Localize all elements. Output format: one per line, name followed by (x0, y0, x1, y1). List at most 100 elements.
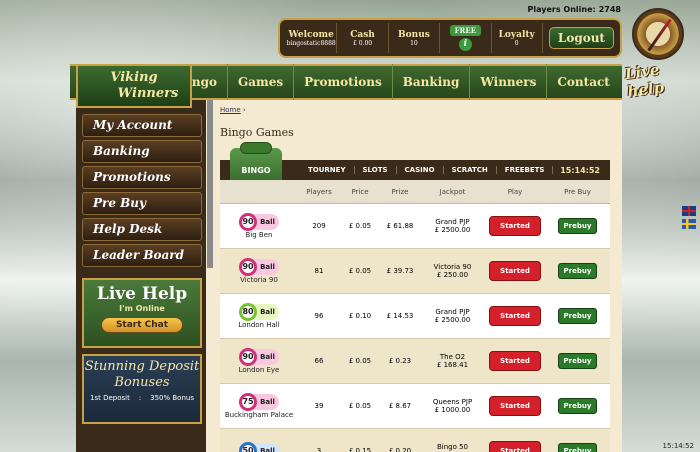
prebuy-button[interactable]: Prebuy (557, 263, 598, 279)
prebuy-button[interactable]: Prebuy (557, 218, 598, 234)
table-row: 90 Ball London Eye 66 £ 0.05 £ 0.23 The O2 £ 16… (220, 339, 610, 384)
jackpot: Grand PJP £ 2500.00 (434, 218, 471, 234)
start-chat-button[interactable]: Start Chat (100, 317, 184, 333)
live-help-title: Live Help (96, 284, 188, 304)
nav-games[interactable]: Games (226, 64, 293, 100)
tab-slots[interactable]: SLOTS (355, 166, 397, 174)
free-cell[interactable]: FREE i (440, 23, 492, 53)
ball-number: 75 (239, 392, 258, 411)
games-table: Players Price Prize Jackpot Play Pre Buy… (220, 180, 610, 452)
info-icon[interactable]: i (458, 38, 472, 51)
game-name: Victoria 90 (240, 275, 278, 284)
sidebar-item-leader-board[interactable]: Leader Board (82, 244, 202, 267)
live-help-box: Live Help I'm Online Start Chat (82, 278, 202, 348)
sidebar-item-help-desk[interactable]: Help Desk (82, 218, 202, 241)
jackpot: Grand PJP £ 2500.00 (434, 308, 471, 324)
account-bar: Welcome bingostatic8888 Cash £ 0.00 Bonus 1… (278, 18, 622, 58)
sidebar-item-promotions[interactable]: Promotions (82, 166, 202, 189)
ball-badge: 90 Ball (239, 347, 279, 366)
play-button[interactable]: Started (489, 441, 541, 452)
bingo-balls-icon (240, 142, 272, 154)
prize-amount: £ 0.23 (388, 357, 412, 365)
free-badge[interactable]: FREE (449, 25, 482, 36)
play-button[interactable]: Started (489, 396, 541, 416)
breadcrumb-home[interactable]: Home (220, 106, 241, 114)
prize-amount: £ 0.20 (388, 447, 412, 452)
language-flags (682, 206, 696, 230)
play-button[interactable]: Started (489, 351, 541, 371)
ticket-price: £ 0.05 (348, 222, 372, 230)
nav-banking[interactable]: Banking (391, 64, 470, 100)
site-logo[interactable]: Viking Winners (76, 64, 192, 108)
ball-number: 50 (239, 441, 258, 452)
sidebar-item-banking[interactable]: Banking (82, 140, 202, 163)
ball-badge: 90 Ball (239, 212, 279, 231)
game-cell[interactable]: 50 Ball (220, 441, 298, 452)
tab-scratch[interactable]: SCRATCH (444, 166, 497, 174)
ball-badge: 90 Ball (239, 257, 279, 276)
jackpot: Queens PJP £ 1000.00 (432, 398, 473, 414)
nav-contact-us[interactable]: Contact Us (546, 64, 622, 125)
players-count: 96 (314, 312, 324, 320)
players-online: Players Online: 2748 (527, 5, 621, 14)
prize-amount: £ 8.67 (388, 402, 412, 410)
play-button[interactable]: Started (489, 216, 541, 236)
cash-cell[interactable]: Cash £ 0.00 (337, 23, 389, 53)
prebuy-button[interactable]: Prebuy (557, 308, 598, 324)
ball-badge: 80 Ball (239, 302, 279, 321)
sidebar: My Account Banking Promotions Pre Buy He… (76, 100, 206, 452)
prebuy-button[interactable]: Prebuy (557, 353, 598, 369)
logout-button[interactable]: Logout (548, 27, 614, 49)
players-count: 66 (314, 357, 324, 365)
compass-icon[interactable] (632, 8, 684, 60)
game-cell[interactable]: 90 Ball Big Ben (220, 212, 298, 239)
prebuy-button[interactable]: Prebuy (557, 443, 598, 452)
loyalty-cell[interactable]: Loyalty 0 (492, 23, 543, 53)
nav-winners[interactable]: Winners (469, 64, 546, 100)
ticket-price: £ 0.05 (348, 357, 372, 365)
ball-number: 90 (239, 347, 258, 366)
deposit-bonus-title: Stunning Deposit Bonuses (84, 359, 200, 390)
prize-amount: £ 14.53 (386, 312, 414, 320)
game-cell[interactable]: 75 Ball Buckingham Palace (220, 392, 298, 419)
uk-flag-icon[interactable] (682, 206, 696, 216)
jackpot: Victoria 90 £ 250.00 (433, 263, 472, 279)
sidebar-item-pre-buy[interactable]: Pre Buy (82, 192, 202, 215)
players-count: 81 (314, 267, 324, 275)
play-button[interactable]: Started (489, 306, 541, 326)
tab-tourney[interactable]: TOURNEY (300, 166, 355, 174)
table-header: Players Price Prize Jackpot Play Pre Buy (220, 180, 610, 204)
game-name: Big Ben (245, 230, 273, 239)
bonus-cell[interactable]: Bonus 10 (389, 23, 441, 53)
scrollbar[interactable] (207, 100, 213, 268)
tab-casino[interactable]: CASINO (397, 166, 444, 174)
ball-number: 90 (239, 212, 258, 231)
game-name: Buckingham Palace (224, 410, 294, 419)
sweden-flag-icon[interactable] (682, 219, 696, 229)
welcome-cell: Welcome bingostatic8888 (286, 23, 338, 53)
sidebar-item-my-account[interactable]: My Account (82, 114, 202, 137)
deposit-bonus-box: Stunning Deposit Bonuses 1st Deposit:350… (82, 354, 202, 424)
breadcrumb: Home › (220, 106, 246, 114)
prebuy-button[interactable]: Prebuy (557, 398, 598, 414)
table-row: 80 Ball London Hall 96 £ 0.10 £ 14.53 Grand PJ… (220, 294, 610, 339)
play-button[interactable]: Started (489, 261, 541, 281)
tab-freebets[interactable]: FREEBETS (497, 166, 554, 174)
game-cell[interactable]: 90 Ball London Eye (220, 347, 298, 374)
players-count: 209 (312, 222, 326, 230)
game-cell[interactable]: 90 Ball Victoria 90 (220, 257, 298, 284)
clock: 15:14:52 (560, 165, 600, 175)
game-cell[interactable]: 80 Ball London Hall (220, 302, 298, 329)
ticket-price: £ 0.10 (348, 312, 372, 320)
players-count: 39 (314, 402, 324, 410)
game-name: London Hall (238, 320, 280, 329)
nav-promotions[interactable]: Promotions (293, 64, 392, 100)
ball-badge: 75 Ball (239, 392, 279, 411)
prize-amount: £ 61.88 (386, 222, 414, 230)
status-clock: 15:14:52 (662, 442, 694, 450)
players-count: 3 (316, 447, 322, 452)
page-title: Bingo Games (220, 126, 294, 139)
ticket-price: £ 0.15 (348, 447, 372, 452)
ticket-price: £ 0.05 (348, 267, 372, 275)
ticket-price: £ 0.05 (348, 402, 372, 410)
